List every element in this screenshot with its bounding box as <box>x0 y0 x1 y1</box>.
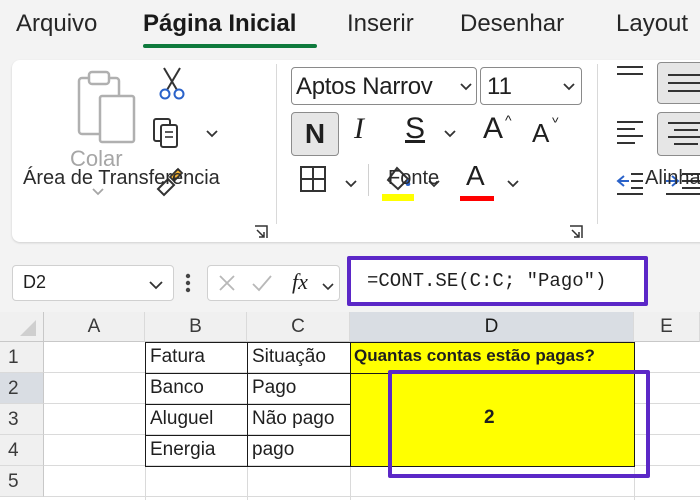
bold-button[interactable]: N <box>291 112 339 156</box>
formula-text: =CONT.SE(C:C; "Pago") <box>367 270 607 292</box>
font-size-value: 11 <box>487 73 512 100</box>
font-dialog-launcher-icon[interactable] <box>568 224 584 240</box>
gridline <box>44 496 700 497</box>
borders-icon[interactable] <box>299 165 327 198</box>
active-tab-indicator <box>143 44 317 48</box>
chevron-down-icon[interactable] <box>321 279 335 297</box>
tab-inserir[interactable]: Inserir <box>347 10 414 38</box>
ribbon-separator <box>276 64 277 224</box>
cell-d1-text: Quantas contas estão pagas? <box>354 346 595 365</box>
tab-arquivo[interactable]: Arquivo <box>16 10 97 38</box>
cell-b2-text: Banco <box>150 377 204 398</box>
column-header-d[interactable]: D <box>350 312 634 342</box>
font-group-label: Fonte <box>388 167 440 189</box>
italic-button[interactable]: I <box>354 112 364 146</box>
increase-font-size-button[interactable]: A <box>483 112 503 146</box>
clipboard-group-label: Área de Transferência <box>23 167 220 189</box>
row-header-1[interactable]: 1 <box>0 342 44 373</box>
row-header-4[interactable]: 4 <box>0 435 44 466</box>
align-center-button[interactable] <box>657 112 700 156</box>
font-name-value: Aptos Narrov <box>296 73 433 100</box>
column-header-e[interactable]: E <box>634 312 700 342</box>
underline-dropdown-chevron-icon[interactable] <box>443 126 457 144</box>
decrease-indent-icon[interactable] <box>615 168 645 201</box>
row-header-3[interactable]: 3 <box>0 404 44 435</box>
align-top-icon[interactable] <box>615 64 645 89</box>
row-header-2[interactable]: 2 <box>0 373 44 404</box>
formula-action-buttons: fx <box>207 265 340 301</box>
copy-icon[interactable] <box>152 117 182 154</box>
font-size-select[interactable]: 11 <box>480 67 582 105</box>
select-all-corner[interactable] <box>0 312 44 342</box>
column-header-a[interactable]: A <box>44 312 145 342</box>
font-name-select[interactable]: Aptos Narrov <box>291 67 477 105</box>
cell-b3-text: Aluguel <box>150 408 214 429</box>
cell-b1-text: Fatura <box>150 346 205 367</box>
caret-down-icon: ^ <box>552 110 559 126</box>
clipboard-icon[interactable] <box>76 70 138 151</box>
decrease-font-size-button[interactable]: A <box>532 118 549 149</box>
more-options-icon[interactable] <box>185 272 191 299</box>
font-color-button[interactable]: A <box>466 160 485 192</box>
cell-c2-text: Pago <box>252 377 297 398</box>
ribbon-separator <box>597 64 598 224</box>
align-left-icon[interactable] <box>615 118 645 151</box>
ribbon-tabs: Arquivo Página Inicial Inserir Desenhar … <box>0 0 700 52</box>
font-color-dropdown-chevron-icon[interactable] <box>506 176 520 194</box>
cell-c4-text: pago <box>252 439 295 460</box>
row-header-5[interactable]: 5 <box>0 466 44 497</box>
cell-b4-text: Energia <box>150 439 216 460</box>
font-color-swatch <box>460 196 494 201</box>
cell-c1-text: Situação <box>252 346 326 367</box>
column-header-b[interactable]: B <box>145 312 247 342</box>
name-box-value: D2 <box>23 272 47 292</box>
cell-c3-text: Não pago <box>252 408 335 429</box>
chevron-down-icon <box>563 80 575 92</box>
tab-pagina-inicial[interactable]: Página Inicial <box>143 10 296 38</box>
tab-desenhar[interactable]: Desenhar <box>460 10 564 38</box>
copy-dropdown-chevron-icon[interactable] <box>205 126 219 144</box>
cancel-entry-icon[interactable] <box>217 273 237 298</box>
underline-button[interactable]: S <box>405 112 425 146</box>
confirm-entry-icon[interactable] <box>251 273 273 298</box>
alignment-group-label: Alinha <box>645 167 700 189</box>
toolbar-divider <box>368 164 369 196</box>
insert-function-button[interactable]: fx <box>292 269 308 295</box>
chevron-down-icon <box>149 278 163 290</box>
name-box[interactable]: D2 <box>12 265 174 301</box>
tab-layout[interactable]: Layout <box>616 10 688 38</box>
scissors-icon[interactable] <box>158 66 186 105</box>
column-header-c[interactable]: C <box>247 312 350 342</box>
result-highlight-outline <box>388 370 650 478</box>
formula-input[interactable]: =CONT.SE(C:C; "Pago") <box>347 256 648 306</box>
borders-dropdown-chevron-icon[interactable] <box>344 176 358 194</box>
caret-up-icon: ^ <box>505 112 512 128</box>
chevron-down-icon <box>460 80 472 92</box>
clipboard-dialog-launcher-icon[interactable] <box>253 224 269 240</box>
align-middle-button[interactable] <box>657 62 700 104</box>
